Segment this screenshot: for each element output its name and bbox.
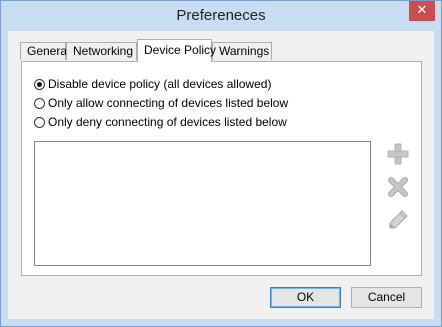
tab-label: Warnings bbox=[219, 44, 270, 58]
radio-button[interactable] bbox=[34, 78, 45, 90]
tab-label: General bbox=[27, 44, 70, 58]
add-device-button[interactable] bbox=[386, 142, 410, 166]
window-title: Prefereneces bbox=[176, 7, 266, 24]
preferences-window: Prefereneces ✕ General Networking Device… bbox=[0, 0, 442, 327]
tab-networking[interactable]: Networking bbox=[66, 42, 137, 60]
pencil-icon bbox=[389, 210, 408, 229]
plus-icon bbox=[387, 143, 409, 165]
tab-device-policy[interactable]: Device Policy bbox=[137, 39, 216, 62]
dialog-body: General Networking Device Policy Warning… bbox=[8, 31, 434, 319]
radio-label: Disable device policy (all devices allow… bbox=[48, 77, 272, 91]
remove-device-button[interactable] bbox=[386, 175, 410, 199]
radio-label: Only allow connecting of devices listed … bbox=[48, 96, 289, 110]
close-button[interactable]: ✕ bbox=[409, 1, 435, 21]
window-frame-bottom bbox=[1, 319, 441, 326]
device-list[interactable] bbox=[34, 141, 371, 266]
radio-deny-listed[interactable]: Only deny connecting of devices listed b… bbox=[34, 114, 287, 130]
cancel-button[interactable]: Cancel bbox=[351, 287, 422, 308]
close-icon: ✕ bbox=[416, 3, 428, 18]
tab-general[interactable]: General bbox=[20, 42, 70, 60]
radio-label: Only deny connecting of devices listed b… bbox=[48, 115, 287, 129]
x-icon bbox=[388, 177, 408, 197]
window-frame-right bbox=[434, 31, 441, 326]
radio-disable-policy[interactable]: Disable device policy (all devices allow… bbox=[34, 76, 271, 92]
radio-button[interactable] bbox=[34, 97, 45, 109]
radio-allow-listed[interactable]: Only allow connecting of devices listed … bbox=[34, 95, 288, 111]
radio-button[interactable] bbox=[34, 116, 45, 128]
tab-label: Networking bbox=[73, 44, 134, 58]
tab-warnings[interactable]: Warnings bbox=[212, 42, 272, 60]
tab-label: Device Policy bbox=[144, 43, 217, 57]
ok-button[interactable]: OK bbox=[270, 287, 341, 308]
window-frame-left bbox=[1, 31, 8, 326]
device-policy-panel: Disable device policy (all devices allow… bbox=[21, 61, 422, 276]
title-bar[interactable]: Prefereneces ✕ bbox=[1, 1, 441, 31]
edit-device-button[interactable] bbox=[386, 208, 410, 232]
